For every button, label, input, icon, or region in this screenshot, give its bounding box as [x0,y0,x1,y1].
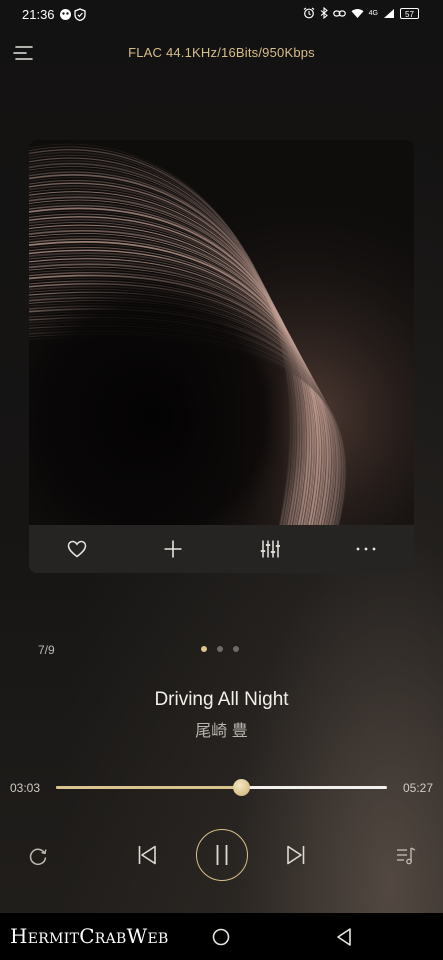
skip-previous-icon [138,845,156,865]
page-indicator [201,646,239,652]
track-index: 7/9 [38,643,55,657]
back-icon[interactable] [333,926,355,948]
playlist-queue-button[interactable] [393,843,419,869]
player-screen: 21:36 4G 57 FLAC 44.1KHz/16Bits/950Kbps … [0,0,443,960]
repeat-icon [29,848,47,866]
page-dot[interactable] [233,646,239,652]
home-icon[interactable] [211,927,231,947]
track-artist[interactable]: 尾崎 豊 [0,717,443,741]
repeat-button[interactable] [25,843,51,869]
pause-button[interactable] [196,829,248,881]
equalizer-button[interactable] [222,525,318,573]
favorite-button[interactable] [29,525,125,573]
system-nav-bar: HermitCrabWeb [0,913,443,960]
track-title: Driving All Night [154,689,289,710]
previous-track-button[interactable] [134,841,160,869]
alarm-icon [303,7,314,19]
signal-icon [384,8,394,18]
add-to-playlist-button[interactable] [125,525,221,573]
seek-bar[interactable] [56,779,387,796]
link-icon [332,9,346,17]
album-actions-bar [29,525,414,573]
status-bar: 21:36 4G 57 [0,0,443,30]
seek-bar-fill [56,786,242,789]
more-icon [356,547,376,551]
status-notification-icons [59,8,86,21]
playlist-icon [397,847,416,865]
network-type-label: 4G [368,9,378,17]
skip-next-icon [287,845,305,865]
plus-icon [164,540,182,558]
album-art[interactable] [29,140,414,525]
shield-icon [74,8,86,21]
seek-bar-thumb[interactable] [233,779,251,796]
pause-icon [216,845,228,865]
app-notification-icon [60,9,71,20]
watermark: HermitCrabWeb [10,924,169,948]
battery-level: 57 [405,9,414,19]
next-track-button[interactable] [283,841,309,869]
bluetooth-icon [320,7,328,19]
album-card [29,140,414,573]
page-dot[interactable] [217,646,223,652]
status-system-icons: 4G 57 [303,7,419,19]
status-time: 21:36 [22,7,55,22]
audio-format-info[interactable]: FLAC 44.1KHz/16Bits/950Kbps [0,45,443,60]
more-options-button[interactable] [318,525,414,573]
heart-icon [67,540,87,558]
total-time: 05:27 [402,781,433,795]
page-dot[interactable] [201,646,207,652]
equalizer-icon [260,540,280,558]
elapsed-time: 03:03 [10,781,41,795]
wifi-icon [351,8,364,18]
battery-icon: 57 [400,7,419,19]
